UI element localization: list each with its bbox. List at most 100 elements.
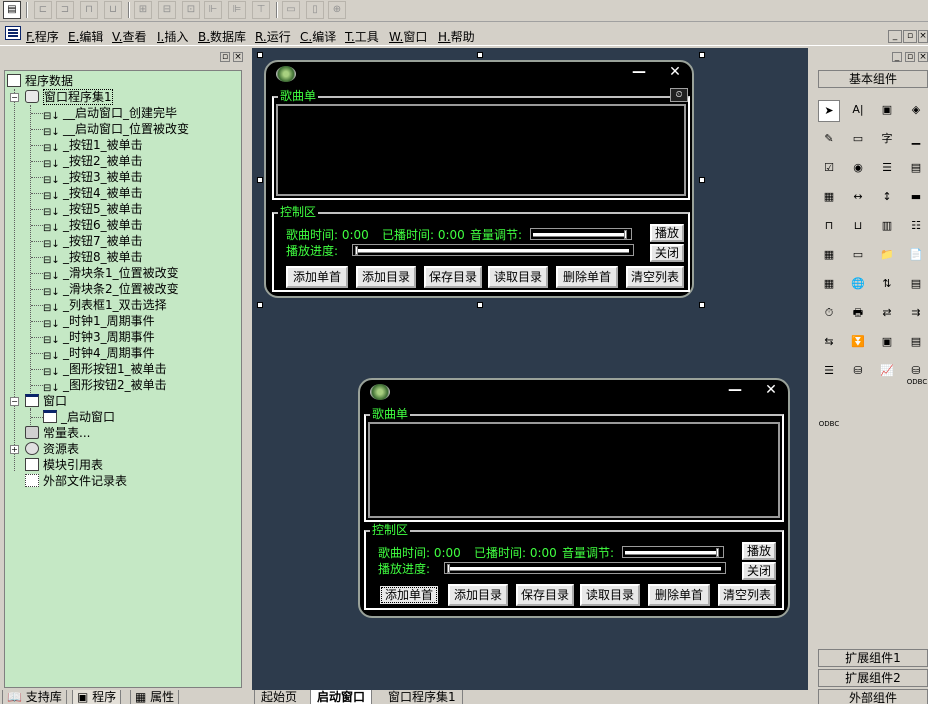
progress-slider[interactable] xyxy=(444,562,726,574)
panel-close-button[interactable]: × xyxy=(918,52,928,62)
play-button[interactable]: 播放 xyxy=(650,224,684,242)
tree-constants[interactable]: 常量表... xyxy=(25,425,90,441)
grid-icon[interactable]: ▦ xyxy=(818,187,840,209)
same-width-icon[interactable]: ⊞ xyxy=(134,1,152,19)
tree-event-item[interactable]: ⊟↓ __启动窗口_位置被改变 xyxy=(43,121,189,138)
form-close-button[interactable]: ✕ xyxy=(662,64,688,80)
line-icon[interactable]: ▁ xyxy=(905,129,927,151)
mdi-close-button[interactable]: × xyxy=(918,30,928,43)
menu-help[interactable]: H.帮助 xyxy=(438,28,475,45)
tree-window-folder[interactable]: 窗口 xyxy=(25,393,67,409)
progress-icon[interactable]: ▬ xyxy=(905,187,927,209)
space-horizontal-icon[interactable]: ⊩ xyxy=(204,1,222,19)
panel-close-button[interactable]: × xyxy=(233,52,243,62)
menu-run[interactable]: R.运行 xyxy=(255,28,291,45)
toolbar-icon[interactable]: ▤ xyxy=(905,274,927,296)
tab-start-window[interactable]: 启动窗口 xyxy=(310,690,373,704)
action-button[interactable]: 删除单首 xyxy=(556,266,618,288)
tab-icon[interactable]: ⊓ xyxy=(818,216,840,238)
database-icon[interactable]: ⛁ xyxy=(847,361,869,383)
action-button[interactable]: 保存目录 xyxy=(424,266,482,288)
align-left-icon[interactable]: ⊏ xyxy=(34,1,52,19)
form-close-button[interactable]: ✕ xyxy=(758,382,784,398)
tree-event-item[interactable]: ⊟↓ __启动窗口_创建完毕 xyxy=(43,105,177,122)
menu-program[interactable]: F.程序 xyxy=(26,28,59,45)
panel-minimize-button[interactable]: _ xyxy=(892,52,902,62)
volume-thumb[interactable] xyxy=(716,548,720,557)
frame-icon[interactable]: ▭ xyxy=(847,129,869,151)
volume-slider[interactable] xyxy=(622,546,724,558)
designer-workspace[interactable]: — ✕ 歌曲单 ⏲ 控制区 歌曲时间: 0:00 已播时间: 0:00 音量调节… xyxy=(252,48,808,690)
volume-thumb[interactable] xyxy=(624,230,628,239)
progress-thumb[interactable] xyxy=(355,246,358,255)
same-size-icon[interactable]: ⊡ xyxy=(182,1,200,19)
resize-handle[interactable] xyxy=(477,52,483,58)
chart-icon[interactable]: 📈 xyxy=(876,361,898,383)
external-components-header[interactable]: 外部组件 xyxy=(818,689,928,704)
tree-event-item[interactable]: ⊟↓ _按钮4_被单击 xyxy=(43,185,143,202)
listbox-icon[interactable]: ☰ xyxy=(876,158,898,180)
close-button[interactable]: 关闭 xyxy=(742,562,776,580)
window-icon[interactable]: ▤ xyxy=(3,1,21,19)
tab-properties[interactable]: ▦ 属性 xyxy=(130,690,180,704)
extended-components-2-header[interactable]: 扩展组件2 xyxy=(818,669,928,687)
resize-handle[interactable] xyxy=(699,52,705,58)
form-minimize-button[interactable]: — xyxy=(626,64,652,80)
tab-program[interactable]: ▣ 程序 xyxy=(72,690,122,704)
action-button[interactable]: 添加单首 xyxy=(378,584,440,606)
tree-event-item[interactable]: ⊟↓ _按钮1_被单击 xyxy=(43,137,143,154)
action-button[interactable]: 读取目录 xyxy=(580,584,640,606)
printer-icon[interactable]: 🖶 xyxy=(847,303,869,325)
window-icon[interactable]: ▤ xyxy=(905,332,927,354)
list-icon[interactable]: ☰ xyxy=(818,361,840,383)
resize-handle[interactable] xyxy=(257,302,263,308)
tree-event-item[interactable]: ⊟↓ _滑块条2_位置被改变 xyxy=(43,281,179,298)
action-button[interactable]: 清空列表 xyxy=(626,266,684,288)
form-title-bar[interactable]: — ✕ xyxy=(266,62,692,84)
scrollbar-icon[interactable]: ↕ xyxy=(876,187,898,209)
same-height-icon[interactable]: ⊟ xyxy=(158,1,176,19)
funnel-icon[interactable]: ⏬ xyxy=(847,332,869,354)
tree-root[interactable]: 程序数据 xyxy=(7,73,73,89)
resize-handle[interactable] xyxy=(257,177,263,183)
center-horizontal-icon[interactable]: ⊤ xyxy=(252,1,270,19)
pointer-icon[interactable]: ➤ xyxy=(818,100,840,122)
menu-window[interactable]: W.窗口 xyxy=(389,28,427,45)
tree-collapse-icon[interactable]: − xyxy=(10,93,19,102)
grid-icon[interactable]: ⊕ xyxy=(328,1,346,19)
tree-event-item[interactable]: ⊟↓ _图形按钮2_被单击 xyxy=(43,377,167,394)
vertical-center-icon[interactable]: ▯ xyxy=(306,1,324,19)
progress-slider[interactable] xyxy=(352,244,634,256)
mdi-minimize-button[interactable]: _ xyxy=(888,30,902,43)
status-icon[interactable]: ▭ xyxy=(847,245,869,267)
panel-restore-button[interactable]: ▫ xyxy=(905,52,915,62)
action-button[interactable]: 添加单首 xyxy=(286,266,348,288)
tree-start-window[interactable]: _启动窗口 xyxy=(43,409,115,425)
resize-handle[interactable] xyxy=(699,302,705,308)
tree-event-item[interactable]: ⊟↓ _按钮6_被单击 xyxy=(43,217,143,234)
menu-view[interactable]: V.查看 xyxy=(112,28,147,45)
center-in-window-icon[interactable]: ▭ xyxy=(282,1,300,19)
form-title-bar[interactable]: — ✕ xyxy=(360,380,788,402)
tree-event-item[interactable]: ⊟↓ _按钮5_被单击 xyxy=(43,201,143,218)
calendar-icon[interactable]: ▦ xyxy=(818,274,840,296)
menu-database[interactable]: B.数据库 xyxy=(198,28,246,45)
tree-resources[interactable]: 资源表 xyxy=(25,441,79,457)
tab-window-program-set[interactable]: 窗口程序集1 xyxy=(382,690,463,704)
spin-icon[interactable]: ⇅ xyxy=(876,274,898,296)
form-minimize-button[interactable]: — xyxy=(722,382,748,398)
play-button[interactable]: 播放 xyxy=(742,542,776,560)
timer-icon[interactable]: ⏲ xyxy=(670,88,688,102)
progress-thumb[interactable] xyxy=(447,564,450,573)
label-icon[interactable]: A| xyxy=(847,100,869,122)
tree-window-program-set[interactable]: 窗口程序集1 xyxy=(25,89,113,105)
tree-module-refs[interactable]: 模块引用表 xyxy=(25,457,103,473)
form-window-preview[interactable]: — ✕ 歌曲单 控制区 歌曲时间: 0:00 已播时间: 0:00 音量调节: … xyxy=(358,378,790,618)
socket-icon[interactable]: ⇆ xyxy=(818,332,840,354)
server-icon[interactable]: ⇉ xyxy=(905,303,927,325)
slider-icon[interactable]: ↔ xyxy=(847,187,869,209)
align-top-icon[interactable]: ⊓ xyxy=(80,1,98,19)
tree-external-files[interactable]: 外部文件记录表 xyxy=(25,473,127,489)
align-center-icon[interactable]: ⊐ xyxy=(56,1,74,19)
edit-box-icon[interactable]: ✎ xyxy=(818,129,840,151)
